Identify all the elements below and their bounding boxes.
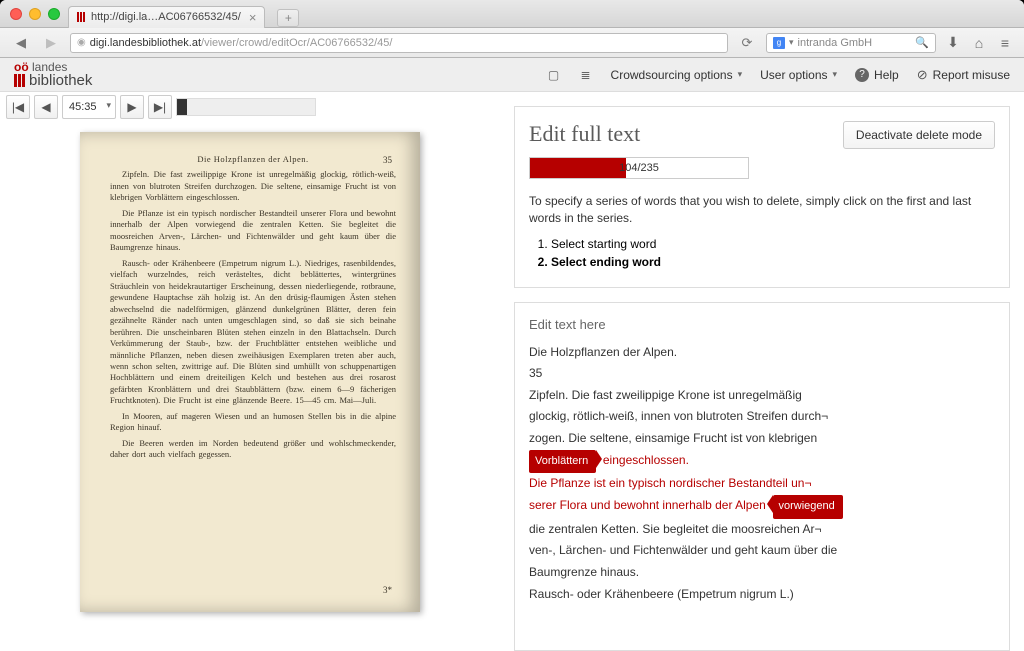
ocr-edit-panel: Edit text here Die Holzpflanzen der Alpe… [514, 302, 1010, 651]
ocr-line[interactable]: Die Holzpflanzen der Alpen. [529, 342, 995, 364]
site-header: oö landes bibliothek ▢ ≣ Crowdsourcing o… [0, 58, 1024, 92]
url-path: /viewer/crowd/editOcr/AC06766532/45/ [201, 37, 392, 49]
scanned-page: Die Holzpflanzen der Alpen. 35 Zipfeln. … [80, 132, 420, 612]
scan-paragraph: In Mooren, auf mageren Wiesen und an hum… [110, 411, 396, 434]
tab-title: http://digi.la…AC06766532/45/ [91, 11, 241, 23]
ocr-line[interactable]: ven-, Lärchen- und Fichtenwälder und geh… [529, 540, 995, 562]
close-window-button[interactable] [10, 8, 22, 20]
single-page-view-icon[interactable]: ▢ [547, 68, 561, 82]
ocr-line[interactable]: serer Flora und bewohnt innerhalb der Al… [529, 495, 995, 519]
page: oö landes bibliothek ▢ ≣ Crowdsourcing o… [0, 58, 1024, 651]
reload-button[interactable]: ⟳ [736, 33, 758, 53]
scan-paragraph: Die Beeren werden im Norden bedeutend gr… [110, 438, 396, 461]
ocr-line[interactable]: Die Pflanze ist ein typisch nordischer B… [529, 473, 995, 495]
help-icon: ? [855, 68, 869, 82]
ocr-line[interactable]: 35 [529, 363, 995, 385]
google-icon: g [773, 37, 785, 49]
delete-range-word[interactable]: eingeschlossen. [603, 453, 689, 467]
page-select-wrap: 45:35 [62, 95, 116, 119]
step-item: Select ending word [551, 255, 995, 269]
edit-progress-bar: 104/235 [529, 157, 749, 179]
user-menu[interactable]: User options ▾ [760, 68, 837, 82]
help-link[interactable]: ?Help [855, 68, 899, 82]
new-tab-button[interactable]: + [277, 9, 299, 27]
viewer-pane: |◀ ◀ 45:35 ▶ ▶| Die Holzpflanzen der Alp… [0, 92, 500, 651]
traffic-lights [10, 8, 60, 20]
url-toolbar: ◀ ▶ ◉ digi.landesbibliothek.at/viewer/cr… [0, 28, 1024, 58]
maximize-window-button[interactable] [48, 8, 60, 20]
browser-window: http://digi.la…AC06766532/45/ × + ◀ ▶ ◉ … [0, 0, 1024, 651]
report-misuse-link[interactable]: ⊘Report misuse [917, 67, 1010, 83]
list-view-icon[interactable]: ≣ [579, 68, 593, 82]
titlebar: http://digi.la…AC06766532/45/ × + [0, 0, 1024, 28]
delete-instructions: To specify a series of words that you wi… [529, 193, 995, 227]
page-select[interactable]: 45:35 [62, 95, 116, 119]
back-button[interactable]: ◀ [10, 33, 32, 53]
page-number: 35 [383, 154, 392, 166]
edit-pane: Deactivate delete mode Edit full text 10… [500, 92, 1024, 651]
ocr-text[interactable]: Die Holzpflanzen der Alpen. 35 Zipfeln. … [529, 342, 995, 606]
page-toolbar: |◀ ◀ 45:35 ▶ ▶| [0, 92, 500, 122]
header-nav: ▢ ≣ Crowdsourcing options ▾ User options… [547, 67, 1010, 83]
close-tab-icon[interactable]: × [249, 10, 257, 25]
search-placeholder: intranda GmbH [798, 37, 873, 49]
ocr-panel-heading: Edit text here [529, 317, 995, 332]
next-page-button[interactable]: ▶ [120, 95, 144, 119]
url-field[interactable]: ◉ digi.landesbibliothek.at/viewer/crowd/… [70, 33, 728, 53]
edit-progress-label: 104/235 [619, 162, 659, 174]
minimize-window-button[interactable] [29, 8, 41, 20]
ocr-line[interactable]: Rausch- oder Krähenbeere (Empetrum nigru… [529, 584, 995, 606]
prev-page-button[interactable]: ◀ [34, 95, 58, 119]
step-item: Select starting word [551, 237, 995, 251]
crowdsourcing-menu[interactable]: Crowdsourcing options ▾ [611, 68, 743, 82]
warning-icon: ⊘ [917, 67, 928, 83]
scan-viewport[interactable]: Die Holzpflanzen der Alpen. 35 Zipfeln. … [0, 122, 500, 651]
delete-steps: Select starting word Select ending word [529, 237, 995, 269]
ocr-line[interactable]: Zipfeln. Die fast zweilippige Krone ist … [529, 385, 995, 407]
deactivate-delete-button[interactable]: Deactivate delete mode [843, 121, 995, 149]
browser-tab[interactable]: http://digi.la…AC06766532/45/ × [68, 6, 265, 28]
download-icon[interactable]: ⬇ [944, 34, 962, 52]
page-progress[interactable] [176, 98, 316, 116]
delete-start-tag[interactable]: Vorblättern [529, 450, 596, 474]
menu-icon[interactable]: ≡ [996, 34, 1014, 52]
url-host: digi.landesbibliothek.at [90, 37, 201, 49]
chevron-down-icon: ▾ [833, 69, 838, 80]
scan-paragraph: Die Pflanze ist ein typisch nordischer B… [110, 208, 396, 254]
forward-button[interactable]: ▶ [40, 33, 62, 53]
search-dropdown-icon[interactable]: ▾ [789, 37, 794, 48]
globe-icon: ◉ [77, 37, 86, 48]
search-magnifier-icon[interactable]: 🔍 [915, 36, 929, 49]
scan-paragraph: Rausch- oder Krähenbeere (Empetrum nigru… [110, 258, 396, 407]
ocr-line[interactable]: Vorblättern eingeschlossen. [529, 450, 995, 474]
home-icon[interactable]: ⌂ [970, 34, 988, 52]
ocr-line[interactable]: glockig, rötlich-weiß, innen von blutrot… [529, 406, 995, 428]
running-head: Die Holzpflanzen der Alpen. [110, 154, 396, 165]
logo-bottom: bibliothek [14, 73, 92, 88]
body-row: |◀ ◀ 45:35 ▶ ▶| Die Holzpflanzen der Alp… [0, 92, 1024, 651]
ocr-line[interactable]: die zentralen Ketten. Sie begleitet die … [529, 519, 995, 541]
edit-fulltext-panel: Deactivate delete mode Edit full text 10… [514, 106, 1010, 288]
chevron-down-icon: ▾ [738, 69, 743, 80]
ocr-line[interactable]: Baumgrenze hinaus. [529, 562, 995, 584]
delete-range-word[interactable]: serer Flora und bewohnt innerhalb der Al… [529, 498, 766, 512]
last-page-button[interactable]: ▶| [148, 95, 172, 119]
favicon-icon [77, 12, 85, 22]
scan-foot: 3* [383, 584, 392, 596]
scan-paragraph: Zipfeln. Die fast zweilippige Krone ist … [110, 169, 396, 203]
site-logo[interactable]: oö landes bibliothek [14, 61, 92, 88]
ocr-line[interactable]: zogen. Die seltene, einsamige Frucht ist… [529, 428, 995, 450]
browser-search-field[interactable]: g ▾ intranda GmbH 🔍 [766, 33, 936, 53]
first-page-button[interactable]: |◀ [6, 95, 30, 119]
delete-end-tag[interactable]: vorwiegend [773, 495, 843, 519]
